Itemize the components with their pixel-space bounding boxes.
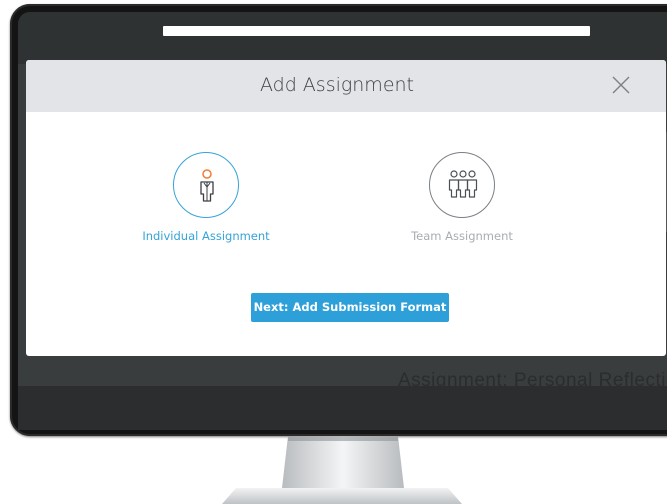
monitor-stand-neck [282, 436, 404, 488]
individual-assignment-label: Individual Assignment [142, 229, 270, 243]
team-assignment-option[interactable]: Team Assignment [382, 152, 542, 243]
team-assignment-label: Team Assignment [411, 229, 513, 243]
team-icon [448, 170, 478, 198]
person-icon [200, 169, 214, 202]
close-icon [612, 76, 630, 94]
modal-title: Add Assignment [259, 74, 415, 96]
monitor-stand-base [222, 488, 462, 504]
close-button[interactable] [609, 73, 633, 97]
team-icon-circle [429, 152, 495, 218]
background-app-header [18, 12, 667, 64]
modal-header: Add Assignment [26, 60, 666, 112]
next-add-submission-format-button[interactable]: Next: Add Submission Format [251, 293, 449, 322]
background-app-footer [18, 386, 667, 430]
individual-assignment-option[interactable]: Individual Assignment [126, 152, 286, 243]
individual-icon-circle [173, 152, 239, 218]
background-title-bar [163, 26, 590, 36]
add-assignment-modal: Add Assignment Individual Assignment Tea… [26, 60, 666, 356]
